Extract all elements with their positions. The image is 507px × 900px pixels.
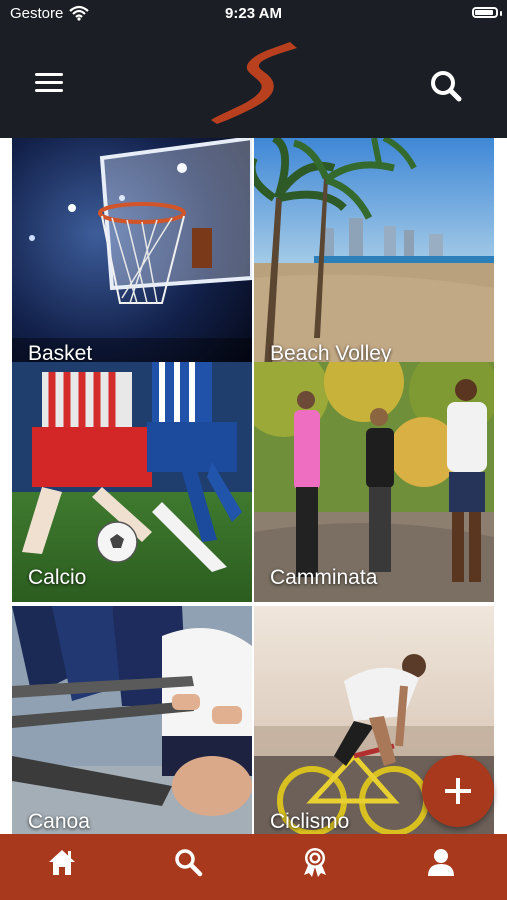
sport-label: Camminata	[270, 566, 378, 589]
home-icon[interactable]	[47, 847, 77, 877]
app-header	[0, 28, 507, 138]
hamburger-menu-icon[interactable]	[30, 68, 68, 98]
sport-tile-canoa[interactable]: Canoa	[12, 606, 252, 834]
sport-tile-calcio[interactable]: Calcio	[12, 362, 252, 602]
status-bar: Gestore 9:23 AM	[0, 0, 507, 28]
add-button[interactable]	[422, 755, 494, 827]
canoa-photo	[12, 606, 252, 834]
sport-tile-beach-volley[interactable]: Beach Volley	[254, 138, 494, 378]
battery-icon	[472, 7, 498, 18]
s-brush-logo	[211, 42, 297, 124]
bottom-nav	[0, 834, 507, 900]
plus-icon-vertical	[456, 778, 460, 804]
search-icon[interactable]	[173, 847, 203, 877]
status-time: 9:23 AM	[225, 5, 282, 22]
user-icon[interactable]	[426, 847, 456, 877]
sport-label: Ciclismo	[270, 810, 350, 833]
award-ribbon-icon[interactable]	[300, 847, 330, 877]
search-icon[interactable]	[426, 66, 466, 106]
sport-label: Calcio	[28, 566, 87, 589]
battery-tip	[500, 11, 502, 16]
sport-grid: Basket Beach Volley Calcio Camminata Can…	[12, 138, 495, 834]
sport-label: Canoa	[28, 810, 90, 833]
sport-tile-camminata[interactable]: Camminata	[254, 362, 494, 602]
sport-tile-basket[interactable]: Basket	[12, 138, 252, 378]
